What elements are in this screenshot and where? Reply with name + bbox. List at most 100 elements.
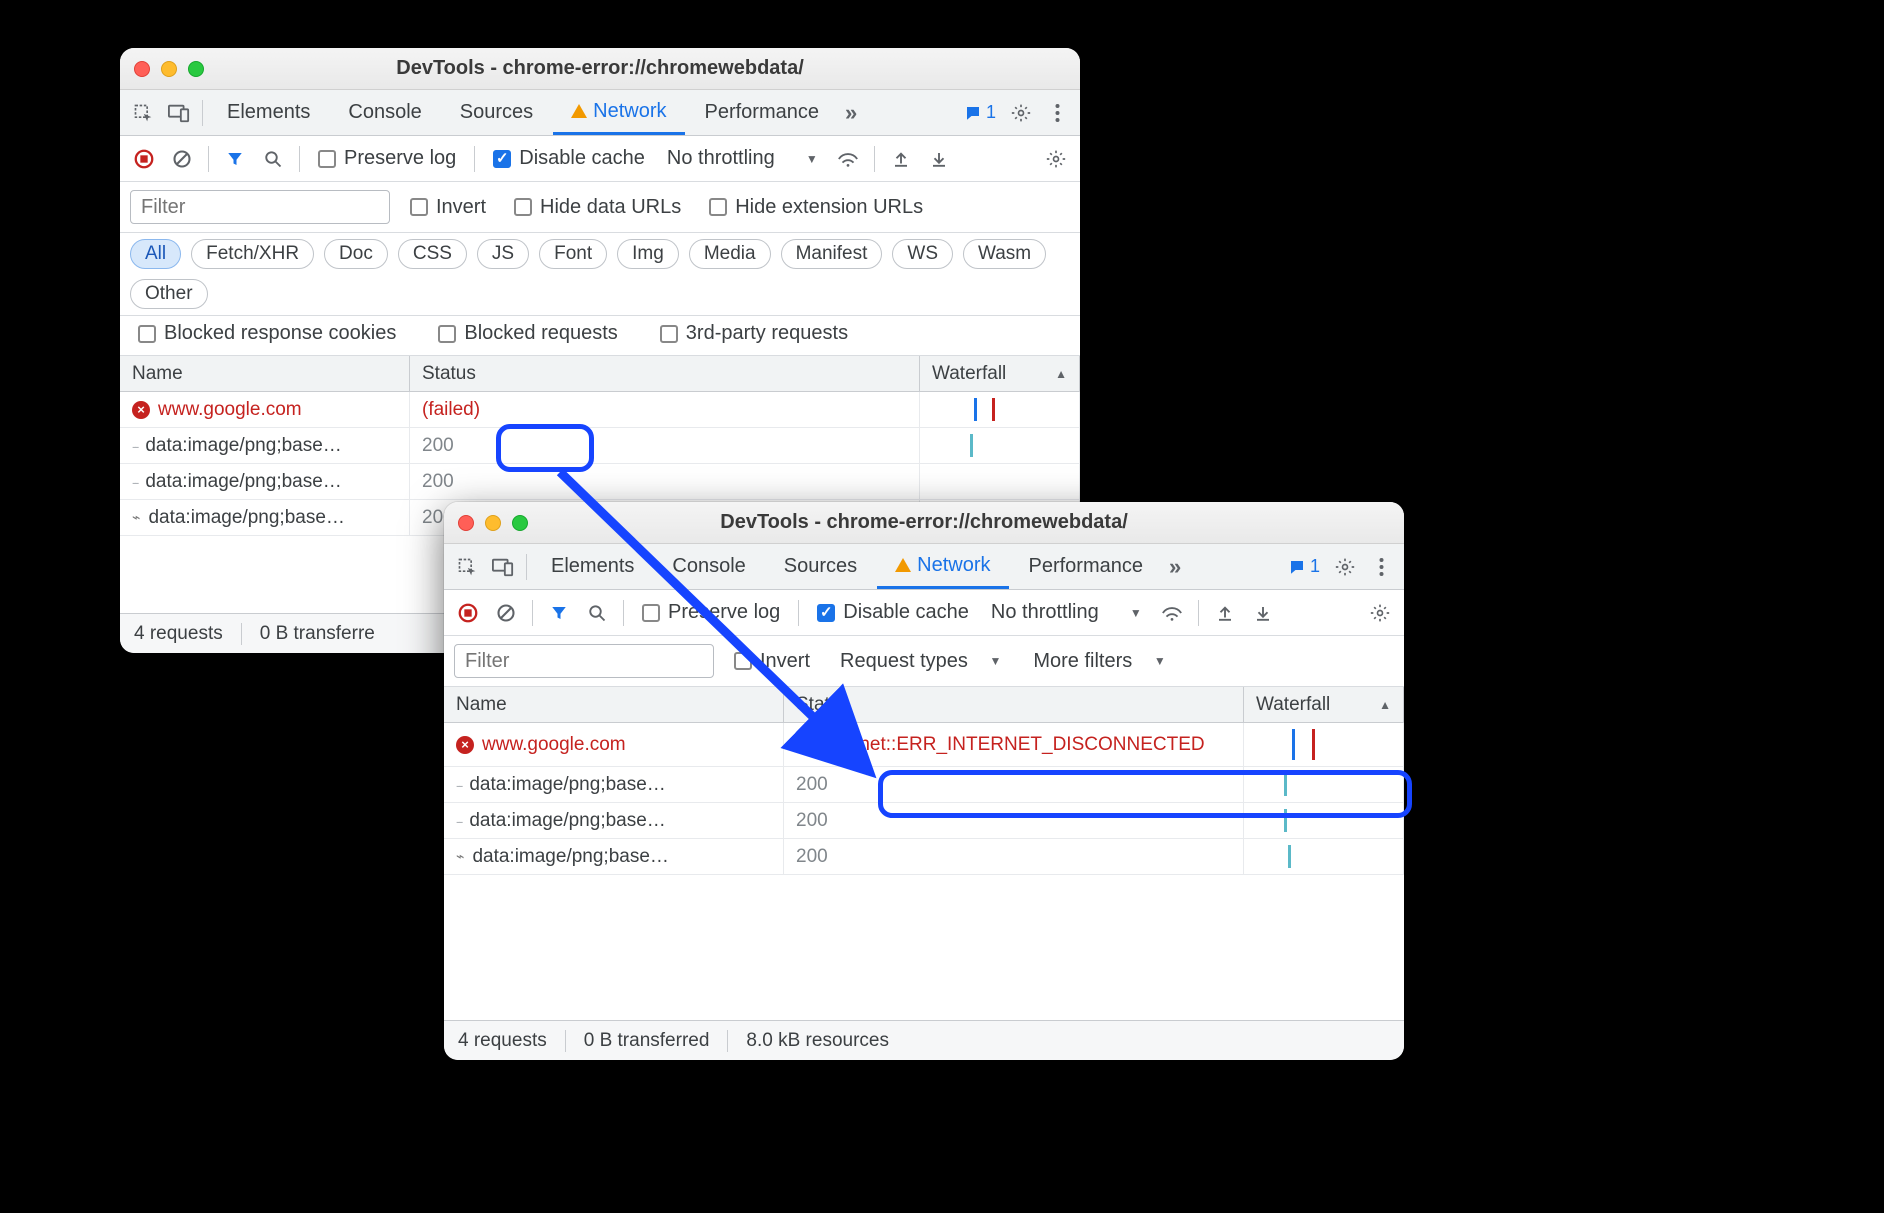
tab-performance[interactable]: Performance: [1011, 544, 1162, 589]
filter-pill-manifest[interactable]: Manifest: [781, 239, 883, 269]
preserve-log-checkbox[interactable]: Preserve log: [310, 147, 464, 170]
blocked-cookies-checkbox[interactable]: Blocked response cookies: [130, 322, 404, 345]
search-icon[interactable]: [581, 597, 613, 629]
filter-pill-fetch[interactable]: Fetch/XHR: [191, 239, 314, 269]
hide-data-urls-checkbox[interactable]: Hide data URLs: [506, 196, 689, 219]
minimize-window-button[interactable]: [485, 515, 501, 531]
table-row[interactable]: --data:image/png;base… 200: [120, 464, 1080, 500]
table-row[interactable]: ⌁data:image/png;base… 200: [444, 839, 1404, 875]
tab-elements[interactable]: Elements: [209, 90, 328, 135]
tab-elements[interactable]: Elements: [533, 544, 652, 589]
col-name[interactable]: Name: [120, 356, 410, 391]
more-filters-dropdown[interactable]: More filters ▼: [1023, 650, 1175, 673]
clear-button[interactable]: [166, 143, 198, 175]
table-row[interactable]: --data:image/png;base… 200: [120, 428, 1080, 464]
blocked-requests-checkbox[interactable]: Blocked requests: [430, 322, 625, 345]
col-waterfall[interactable]: Waterfall▲: [920, 356, 1080, 391]
tab-console[interactable]: Console: [654, 544, 763, 589]
table-row[interactable]: ×www.google.com (failed): [120, 392, 1080, 428]
tab-network[interactable]: Network: [877, 544, 1008, 589]
error-icon: ×: [132, 401, 150, 419]
network-settings-icon[interactable]: [1364, 597, 1396, 629]
close-window-button[interactable]: [134, 61, 150, 77]
filter-row: Invert Hide data URLs Hide extension URL…: [120, 182, 1080, 233]
table-header: Name Status Waterfall▲: [444, 687, 1404, 723]
preserve-log-checkbox[interactable]: Preserve log: [634, 601, 788, 624]
filter-pill-font[interactable]: Font: [539, 239, 607, 269]
placeholder-icon: --: [132, 438, 137, 454]
tab-sources[interactable]: Sources: [442, 90, 551, 135]
col-name[interactable]: Name: [444, 687, 784, 722]
kebab-menu-icon[interactable]: [1364, 550, 1398, 584]
throttling-select[interactable]: No throttling ▼: [659, 147, 826, 170]
messages-button[interactable]: 1: [1282, 556, 1326, 577]
filter-pill-all[interactable]: All: [130, 239, 181, 269]
network-conditions-icon[interactable]: [1156, 597, 1188, 629]
image-icon: ⌁: [456, 848, 464, 865]
table-row[interactable]: --data:image/png;base… 200: [444, 803, 1404, 839]
download-har-icon[interactable]: [1247, 597, 1279, 629]
maximize-window-button[interactable]: [512, 515, 528, 531]
settings-icon[interactable]: [1328, 550, 1362, 584]
disable-cache-checkbox[interactable]: Disable cache: [809, 601, 977, 624]
table-row[interactable]: ×www.google.com (failed) net::ERR_INTERN…: [444, 723, 1404, 767]
clear-button[interactable]: [490, 597, 522, 629]
more-tabs-button[interactable]: »: [839, 100, 860, 126]
col-waterfall[interactable]: Waterfall▲: [1244, 687, 1404, 722]
inspect-element-icon[interactable]: [450, 550, 484, 584]
tab-performance[interactable]: Performance: [687, 90, 838, 135]
request-types-dropdown[interactable]: Request types ▼: [830, 650, 1011, 673]
table-row[interactable]: --data:image/png;base… 200: [444, 767, 1404, 803]
maximize-window-button[interactable]: [188, 61, 204, 77]
titlebar: DevTools - chrome-error://chromewebdata/: [120, 48, 1080, 90]
error-icon: ×: [456, 736, 474, 754]
record-button[interactable]: [128, 143, 160, 175]
invert-checkbox[interactable]: Invert: [402, 196, 494, 219]
resource-type-filters: All Fetch/XHR Doc CSS JS Font Img Media …: [120, 233, 1080, 316]
filter-input[interactable]: [130, 190, 390, 224]
invert-checkbox[interactable]: Invert: [726, 650, 818, 673]
tab-network[interactable]: Network: [553, 90, 684, 135]
device-toggle-icon[interactable]: [486, 550, 520, 584]
search-icon[interactable]: [257, 143, 289, 175]
placeholder-icon: --: [132, 474, 137, 490]
minimize-window-button[interactable]: [161, 61, 177, 77]
download-har-icon[interactable]: [923, 143, 955, 175]
record-button[interactable]: [452, 597, 484, 629]
filter-icon[interactable]: [219, 143, 251, 175]
filter-pill-doc[interactable]: Doc: [324, 239, 388, 269]
tab-sources[interactable]: Sources: [766, 544, 875, 589]
disable-cache-checkbox[interactable]: Disable cache: [485, 147, 653, 170]
status-transferred: 0 B transferre: [260, 623, 375, 645]
device-toggle-icon[interactable]: [162, 96, 196, 130]
filter-pill-img[interactable]: Img: [617, 239, 679, 269]
third-party-checkbox[interactable]: 3rd-party requests: [652, 322, 856, 345]
filter-pill-js[interactable]: JS: [477, 239, 529, 269]
filter-input[interactable]: [454, 644, 714, 678]
network-settings-icon[interactable]: [1040, 143, 1072, 175]
network-conditions-icon[interactable]: [832, 143, 864, 175]
throttling-select[interactable]: No throttling ▼: [983, 601, 1150, 624]
table-body: ×www.google.com (failed) net::ERR_INTERN…: [444, 723, 1404, 1020]
network-toolbar: Preserve log Disable cache No throttling…: [444, 590, 1404, 636]
col-status[interactable]: Status: [410, 356, 920, 391]
inspect-element-icon[interactable]: [126, 96, 160, 130]
kebab-menu-icon[interactable]: [1040, 96, 1074, 130]
status-bar: 4 requests 0 B transferred 8.0 kB resour…: [444, 1020, 1404, 1060]
filter-pill-ws[interactable]: WS: [892, 239, 953, 269]
messages-button[interactable]: 1: [958, 102, 1002, 123]
upload-har-icon[interactable]: [1209, 597, 1241, 629]
filter-pill-other[interactable]: Other: [130, 279, 208, 309]
tab-console[interactable]: Console: [330, 90, 439, 135]
more-tabs-button[interactable]: »: [1163, 554, 1184, 580]
col-status[interactable]: Status: [784, 687, 1244, 722]
filter-pill-wasm[interactable]: Wasm: [963, 239, 1046, 269]
filter-pill-media[interactable]: Media: [689, 239, 771, 269]
upload-har-icon[interactable]: [885, 143, 917, 175]
filter-icon[interactable]: [543, 597, 575, 629]
settings-icon[interactable]: [1004, 96, 1038, 130]
hide-extension-urls-checkbox[interactable]: Hide extension URLs: [701, 196, 931, 219]
close-window-button[interactable]: [458, 515, 474, 531]
filter-pill-css[interactable]: CSS: [398, 239, 467, 269]
extra-filters-row: Blocked response cookies Blocked request…: [120, 316, 1080, 356]
